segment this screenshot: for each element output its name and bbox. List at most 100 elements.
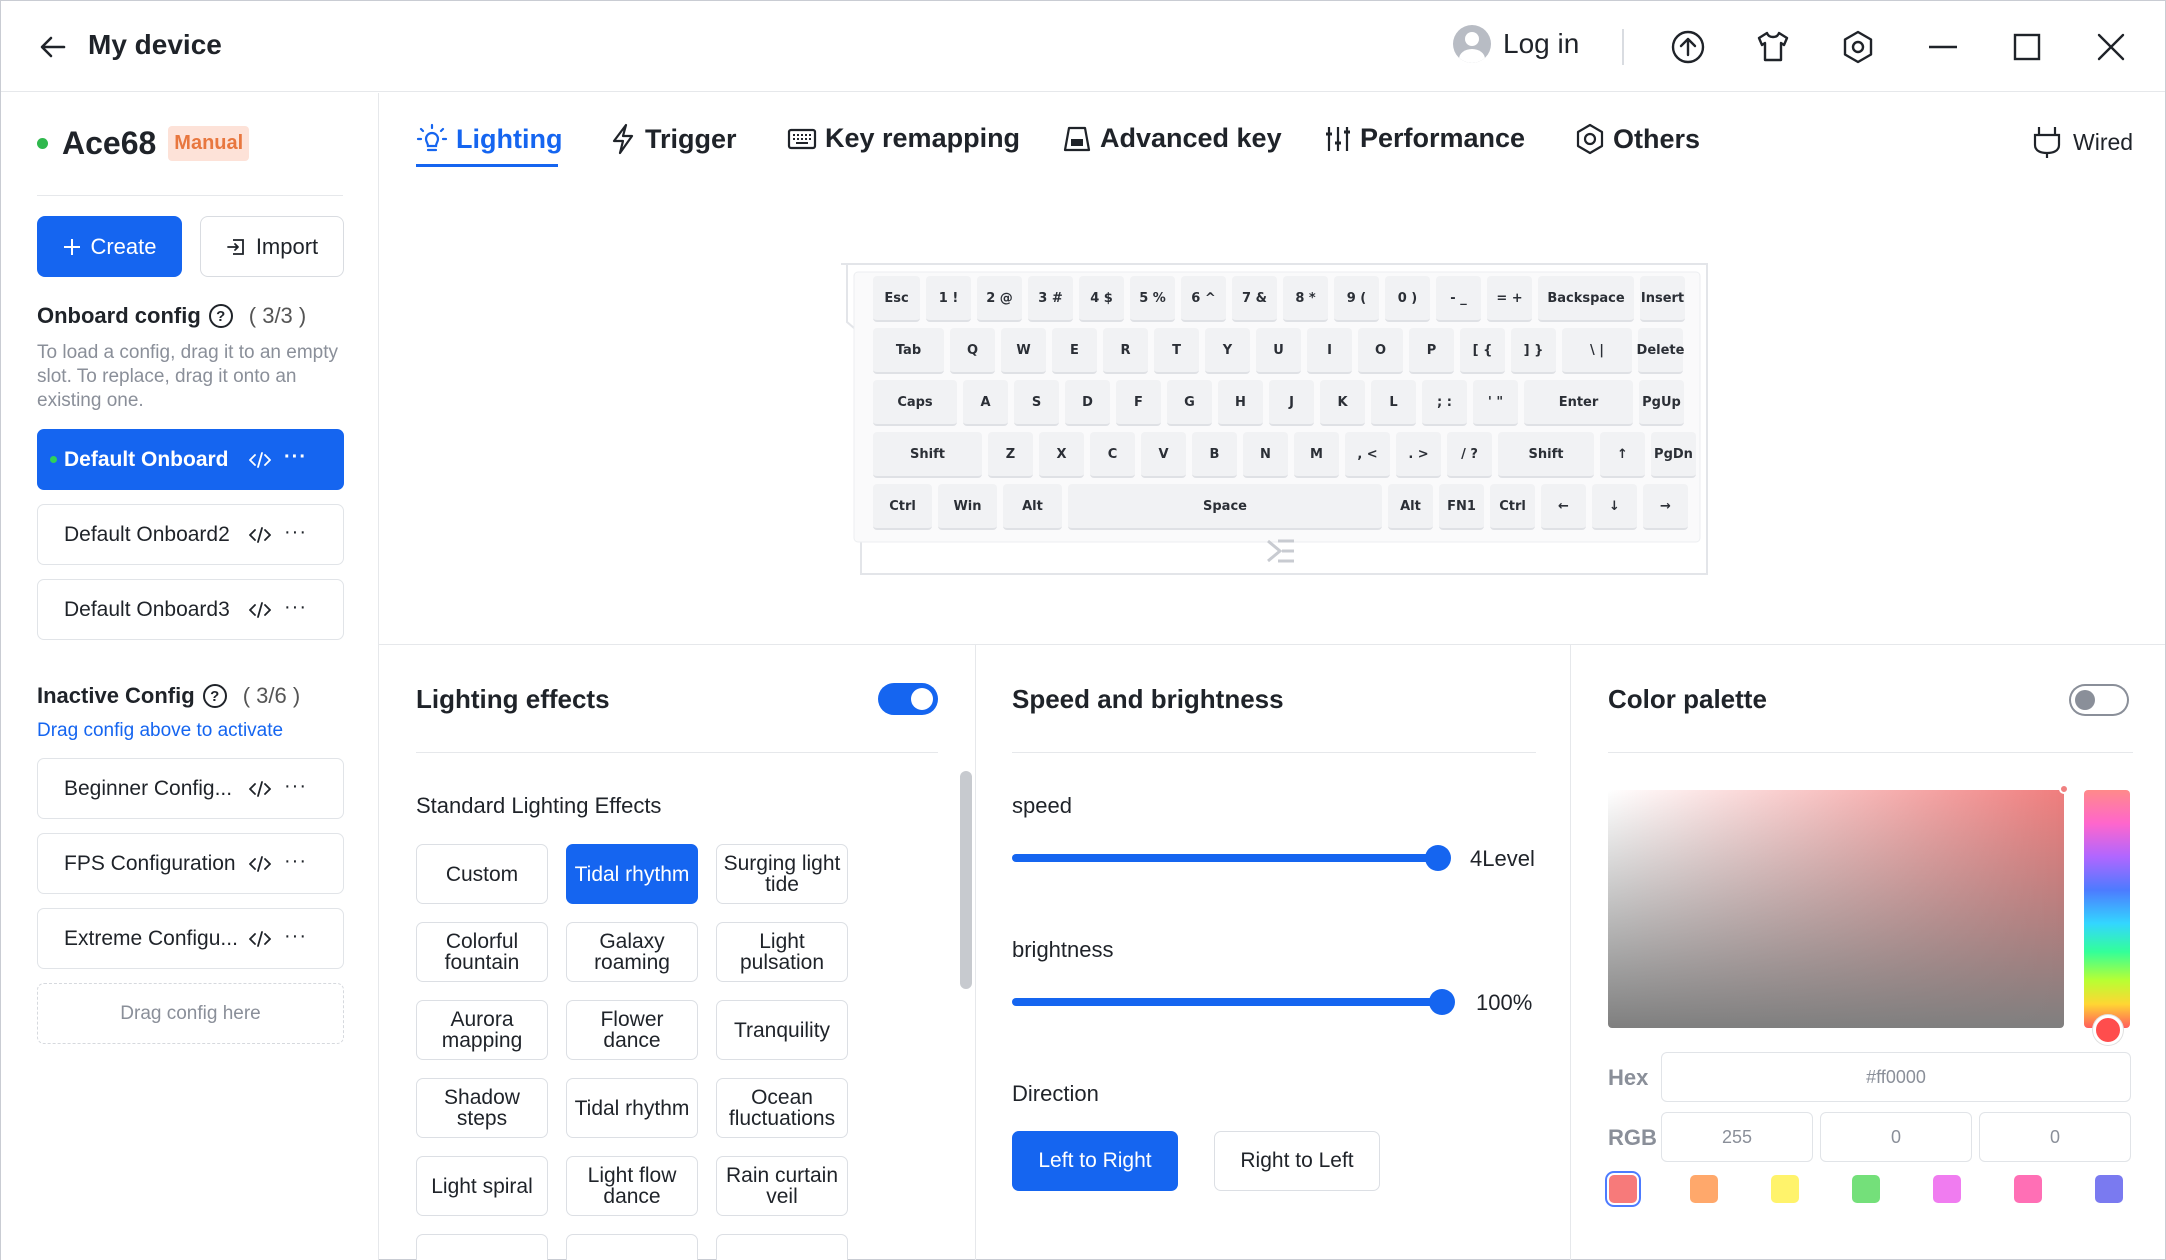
more-options-icon[interactable]: ···: [284, 446, 307, 469]
key[interactable]: I: [1307, 328, 1352, 374]
key[interactable]: Caps: [873, 380, 957, 426]
lighting-effect-option[interactable]: Aurora mapping: [416, 1000, 548, 1060]
key[interactable]: Tab: [873, 328, 944, 374]
key[interactable]: 7 &: [1232, 276, 1277, 322]
hue-slider[interactable]: [2084, 790, 2130, 1028]
key[interactable]: U: [1256, 328, 1301, 374]
brightness-slider-thumb[interactable]: [1429, 989, 1455, 1015]
inactive-config-item[interactable]: Extreme Configu... ···: [37, 908, 344, 969]
config-drop-zone[interactable]: Drag config here: [37, 983, 344, 1044]
key[interactable]: ←: [1541, 484, 1586, 530]
key[interactable]: ' ": [1473, 380, 1518, 426]
key[interactable]: 1 !: [926, 276, 971, 322]
key[interactable]: Backspace: [1538, 276, 1634, 322]
key[interactable]: ↓: [1592, 484, 1637, 530]
hex-input[interactable]: #ff0000: [1661, 1052, 2131, 1102]
settings-icon[interactable]: [1838, 27, 1878, 67]
key[interactable]: K: [1320, 380, 1365, 426]
color-swatch[interactable]: [2014, 1175, 2042, 1203]
key[interactable]: Shift: [873, 432, 982, 478]
color-swatch[interactable]: [1690, 1175, 1718, 1203]
key[interactable]: X: [1039, 432, 1084, 478]
direction-left-to-right-button[interactable]: Left to Right: [1012, 1131, 1178, 1191]
brightness-slider-track[interactable]: [1012, 998, 1442, 1006]
key[interactable]: V: [1141, 432, 1186, 478]
key[interactable]: N: [1243, 432, 1288, 478]
code-icon[interactable]: [249, 779, 271, 799]
tab-performance[interactable]: Performance: [1324, 123, 1525, 154]
key[interactable]: 2 @: [977, 276, 1022, 322]
key[interactable]: →: [1643, 484, 1688, 530]
key[interactable]: , <: [1345, 432, 1390, 478]
key[interactable]: Z: [988, 432, 1033, 478]
lighting-effects-toggle[interactable]: [878, 683, 938, 715]
code-icon[interactable]: [249, 600, 271, 620]
skin-shirt-icon[interactable]: [1753, 27, 1793, 67]
inactive-config-item[interactable]: FPS Configuration ···: [37, 833, 344, 894]
more-options-icon[interactable]: ···: [284, 850, 307, 873]
lighting-effect-option[interactable]: Rain curtain veil: [716, 1156, 848, 1216]
key[interactable]: M: [1294, 432, 1339, 478]
red-input[interactable]: 255: [1661, 1112, 1813, 1162]
lighting-effect-option[interactable]: Light spiral: [416, 1156, 548, 1216]
key[interactable]: / ?: [1447, 432, 1492, 478]
upload-icon[interactable]: [1668, 27, 1708, 67]
more-options-icon[interactable]: ···: [284, 596, 307, 619]
key[interactable]: 0 ): [1385, 276, 1430, 322]
lighting-effect-option[interactable]: Galaxy roaming: [566, 922, 698, 982]
lighting-effect-option-partial[interactable]: [566, 1234, 698, 1260]
back-arrow-icon[interactable]: [37, 31, 69, 63]
lighting-effect-option[interactable]: Ocean fluctuations: [716, 1078, 848, 1138]
key[interactable]: 5 %: [1130, 276, 1175, 322]
hue-slider-thumb[interactable]: [2093, 1015, 2123, 1045]
key[interactable]: Enter: [1524, 380, 1633, 426]
code-icon[interactable]: [249, 929, 271, 949]
key[interactable]: P: [1409, 328, 1454, 374]
key[interactable]: Alt: [1003, 484, 1062, 530]
lighting-effect-option[interactable]: Light flow dance: [566, 1156, 698, 1216]
key[interactable]: 8 *: [1283, 276, 1328, 322]
more-options-icon[interactable]: ···: [284, 925, 307, 948]
minimize-icon[interactable]: [1923, 27, 1963, 67]
key[interactable]: = +: [1487, 276, 1532, 322]
code-icon[interactable]: [249, 525, 271, 545]
color-swatch[interactable]: [1933, 1175, 1961, 1203]
key[interactable]: PgDn: [1651, 432, 1696, 478]
lighting-effect-option[interactable]: Light pulsation: [716, 922, 848, 982]
key[interactable]: R: [1103, 328, 1148, 374]
key[interactable]: J: [1269, 380, 1314, 426]
key[interactable]: . >: [1396, 432, 1441, 478]
code-icon[interactable]: [249, 854, 271, 874]
lighting-effect-option[interactable]: Flower dance: [566, 1000, 698, 1060]
help-icon[interactable]: ?: [208, 304, 233, 328]
lighting-effect-option[interactable]: Tranquility: [716, 1000, 848, 1060]
key[interactable]: O: [1358, 328, 1403, 374]
key[interactable]: Insert: [1640, 276, 1685, 322]
create-config-button[interactable]: Create: [37, 216, 182, 277]
login-button[interactable]: Log in: [1453, 25, 1579, 63]
tab-key-remapping[interactable]: Key remapping: [787, 123, 1020, 154]
key[interactable]: Ctrl: [1490, 484, 1535, 530]
speed-slider-thumb[interactable]: [1425, 845, 1451, 871]
key[interactable]: 3 #: [1028, 276, 1073, 322]
key[interactable]: [ {: [1460, 328, 1505, 374]
color-swatch[interactable]: [2095, 1175, 2123, 1203]
key[interactable]: T: [1154, 328, 1199, 374]
key[interactable]: W: [1001, 328, 1046, 374]
key[interactable]: A: [963, 380, 1008, 426]
key[interactable]: Y: [1205, 328, 1250, 374]
lighting-effect-option[interactable]: Tidal rhythm: [566, 844, 698, 904]
key[interactable]: ; :: [1422, 380, 1467, 426]
key[interactable]: 4 $: [1079, 276, 1124, 322]
key[interactable]: Alt: [1388, 484, 1433, 530]
tab-others[interactable]: Others: [1575, 123, 1700, 155]
lighting-effect-option[interactable]: Tidal rhythm: [566, 1078, 698, 1138]
key[interactable]: F: [1116, 380, 1161, 426]
key[interactable]: Win: [938, 484, 997, 530]
key[interactable]: L: [1371, 380, 1416, 426]
key[interactable]: C: [1090, 432, 1135, 478]
lighting-effect-option-partial[interactable]: [716, 1234, 848, 1260]
key[interactable]: Shift: [1498, 432, 1594, 478]
more-options-icon[interactable]: ···: [284, 521, 307, 544]
key[interactable]: 9 (: [1334, 276, 1379, 322]
